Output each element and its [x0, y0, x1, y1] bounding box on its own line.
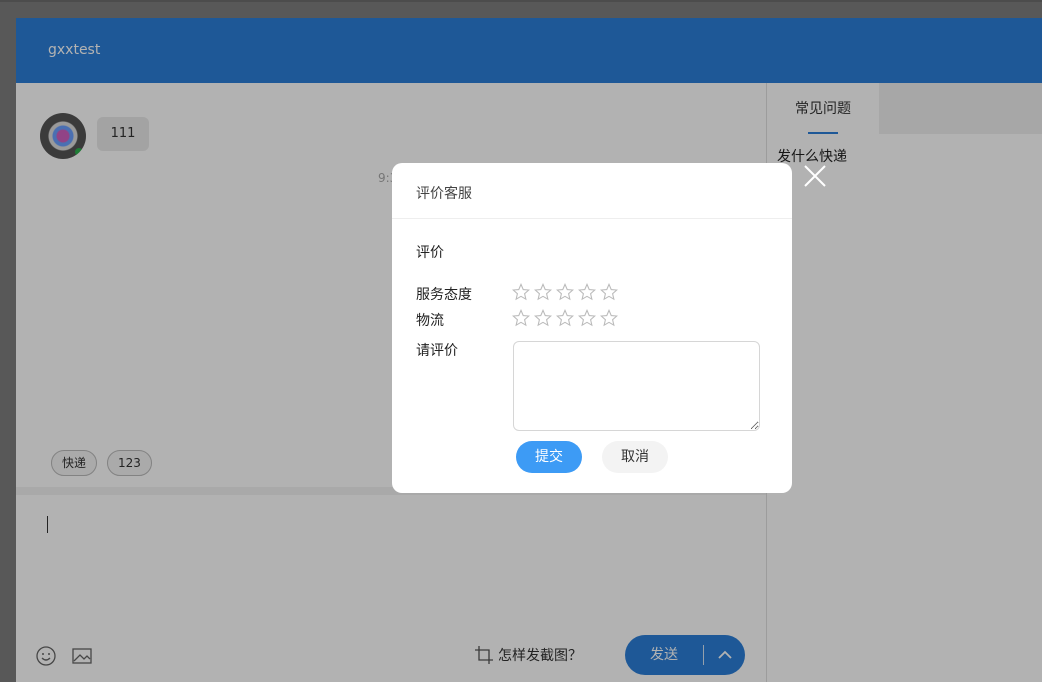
rating-stars-logistics [512, 309, 618, 327]
star-icon[interactable] [578, 309, 596, 327]
rating-label-service: 服务态度 [416, 287, 472, 303]
rating-label-logistics: 物流 [416, 313, 444, 329]
comment-textarea[interactable] [513, 341, 760, 431]
rating-dialog: 评价客服 评价 服务态度 物流 请评价 提交 取消 [392, 163, 792, 493]
star-icon[interactable] [534, 309, 552, 327]
rating-section-label: 评价 [416, 245, 444, 261]
star-icon[interactable] [556, 283, 574, 301]
star-icon[interactable] [556, 309, 574, 327]
star-icon[interactable] [534, 283, 552, 301]
dialog-title: 评价客服 [416, 186, 472, 202]
rating-stars-service [512, 283, 618, 301]
comment-label: 请评价 [416, 343, 458, 359]
close-icon[interactable] [802, 163, 828, 189]
submit-button[interactable]: 提交 [516, 441, 582, 473]
star-icon[interactable] [600, 283, 618, 301]
star-icon[interactable] [600, 309, 618, 327]
star-icon[interactable] [512, 309, 530, 327]
star-icon[interactable] [578, 283, 596, 301]
cancel-button[interactable]: 取消 [602, 441, 668, 473]
star-icon[interactable] [512, 283, 530, 301]
dialog-divider [392, 218, 792, 219]
